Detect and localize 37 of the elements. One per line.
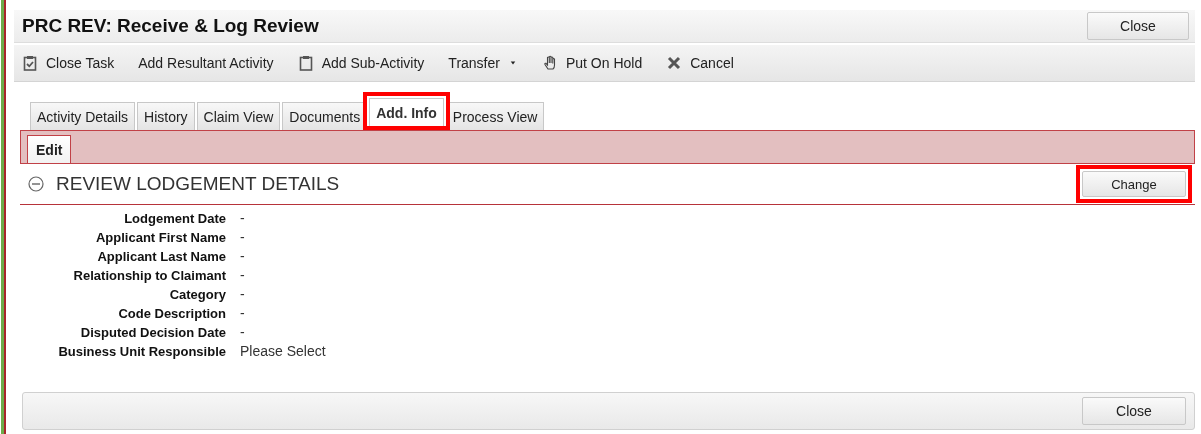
field-value: - <box>240 266 246 285</box>
tab[interactable]: Claim View <box>196 102 281 130</box>
field-value: - <box>240 285 246 304</box>
field-value: - <box>240 304 246 323</box>
close-button[interactable]: Close <box>1082 397 1186 425</box>
tab[interactable]: Add. Info <box>369 98 444 126</box>
field-label: Disputed Decision Date <box>79 324 226 342</box>
field-value: - <box>240 228 246 247</box>
field-label: Applicant Last Name <box>96 248 226 266</box>
field-value: - <box>240 209 246 228</box>
clipboard-icon <box>297 55 314 71</box>
field-label: Relationship to Claimant <box>72 267 226 285</box>
field-value: - <box>240 247 246 266</box>
clipboard-check-icon <box>22 55 38 71</box>
window-title: PRC REV: Receive & Log Review <box>22 15 319 37</box>
field-label: Lodgement Date <box>123 210 226 228</box>
field-label: Applicant First Name <box>94 229 226 247</box>
field-label: Category <box>168 286 226 304</box>
toolbar-button[interactable]: Put On Hold <box>541 55 643 71</box>
field-value: Please Select <box>240 342 326 361</box>
field-label: Code Description <box>117 305 226 323</box>
close-button[interactable]: Close <box>1087 12 1189 40</box>
toolbar-button[interactable]: Add Sub-Activity <box>297 55 425 71</box>
toolbar-button[interactable]: Transfer <box>448 55 518 71</box>
subtab[interactable]: Edit <box>27 135 72 163</box>
toolbar-button[interactable]: Add Resultant Activity <box>138 55 274 71</box>
close-icon <box>666 55 683 71</box>
field-value: - <box>240 323 246 342</box>
toolbar-button[interactable]: Close Task <box>22 55 115 71</box>
collapse-icon[interactable] <box>28 176 44 192</box>
tab[interactable]: Activity Details <box>30 102 136 130</box>
tab[interactable]: History <box>137 102 195 130</box>
field-label: Business Unit Responsible <box>57 343 226 361</box>
toolbar-button[interactable]: Cancel <box>666 55 734 71</box>
section-title: REVIEW LODGEMENT DETAILS <box>56 173 340 195</box>
hand-icon <box>541 55 558 71</box>
change-button[interactable]: Change <box>1082 171 1186 197</box>
